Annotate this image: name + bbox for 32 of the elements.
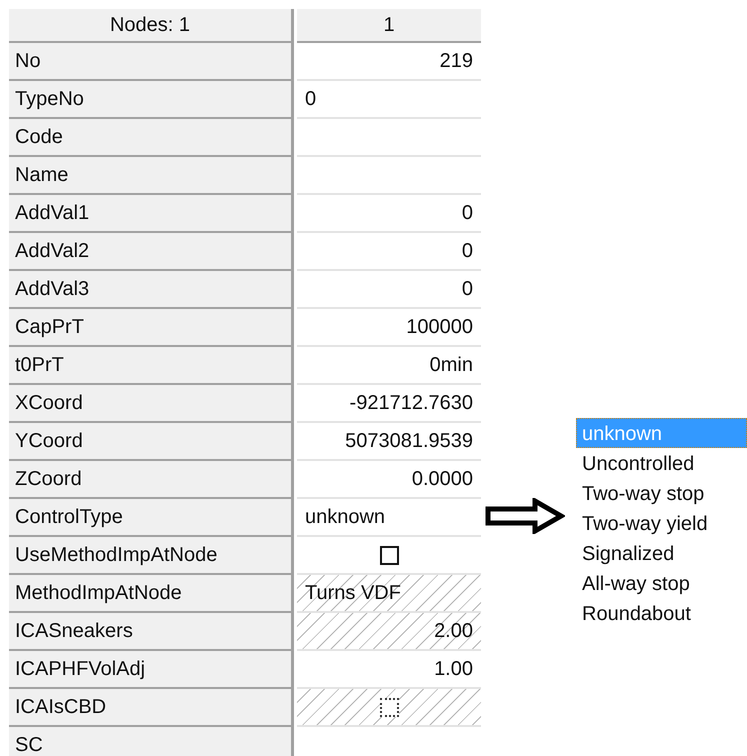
column-header: 1	[297, 9, 481, 43]
value-cell[interactable]: Turns VDF	[297, 575, 481, 613]
right-arrow-icon	[485, 498, 565, 534]
attribute-label: AddVal1	[9, 195, 294, 233]
value-cell[interactable]: 2.00	[297, 613, 481, 651]
attribute-label: AddVal2	[9, 233, 294, 271]
dropdown-option[interactable]: Roundabout	[576, 598, 747, 628]
attribute-label: t0PrT	[9, 347, 294, 385]
attribute-label: UseMethodImpAtNode	[9, 537, 294, 575]
dropdown-option[interactable]: Two-way yield	[576, 508, 747, 538]
attribute-label: XCoord	[9, 385, 294, 423]
attribute-label: No	[9, 43, 294, 81]
attribute-label: ICAPHFVolAdj	[9, 651, 294, 689]
attribute-label: TypeNo	[9, 81, 294, 119]
attribute-label: ICASneakers	[9, 613, 294, 651]
attribute-label: MethodImpAtNode	[9, 575, 294, 613]
attribute-label: SC	[9, 727, 294, 756]
dropdown-option[interactable]: All-way stop	[576, 568, 747, 598]
checkbox[interactable]	[380, 698, 398, 716]
attribute-label: ICAIsCBD	[9, 689, 294, 727]
attribute-label: ZCoord	[9, 461, 294, 499]
attribute-label: Code	[9, 119, 294, 157]
checkbox[interactable]	[380, 546, 398, 564]
dropdown-option[interactable]: Signalized	[576, 538, 747, 568]
attribute-label: YCoord	[9, 423, 294, 461]
attribute-label: Name	[9, 157, 294, 195]
attribute-label: AddVal3	[9, 271, 294, 309]
attribute-label: ControlType	[9, 499, 294, 537]
dropdown-option[interactable]: Uncontrolled	[576, 448, 747, 478]
dropdown-option[interactable]: Two-way stop	[576, 478, 747, 508]
column-header: Nodes: 1	[9, 9, 294, 43]
attribute-label: CapPrT	[9, 309, 294, 347]
